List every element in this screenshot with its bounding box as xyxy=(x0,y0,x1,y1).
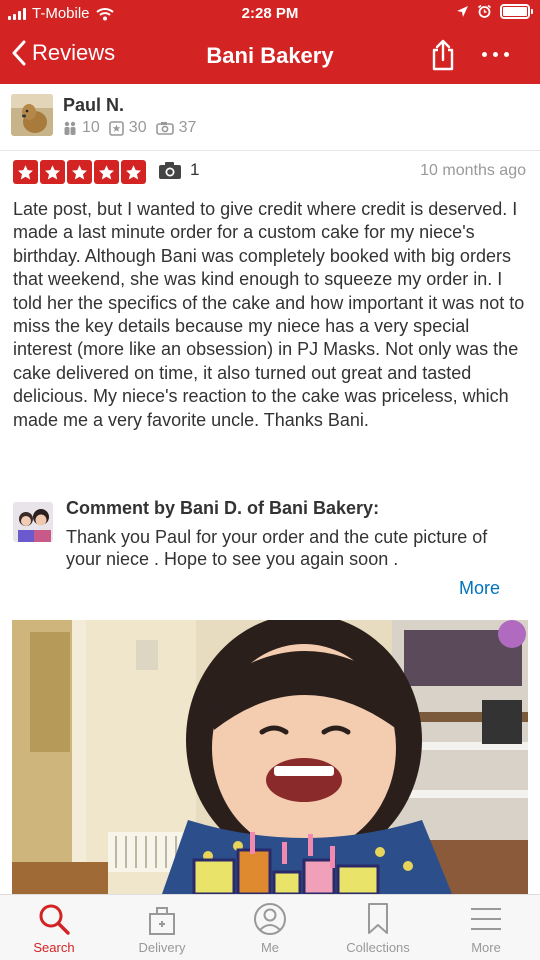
more-dots-icon[interactable] xyxy=(482,52,509,57)
tab-bar: Search Delivery Me Collections More xyxy=(0,894,540,960)
review-date: 10 months ago xyxy=(420,162,526,179)
review-photo[interactable] xyxy=(12,620,528,894)
share-icon[interactable] xyxy=(428,38,458,72)
photo-count-icon xyxy=(155,122,174,135)
star-icon xyxy=(94,160,119,184)
alarm-icon xyxy=(478,4,491,18)
tab-label: Me xyxy=(260,940,280,955)
owner-avatar[interactable] xyxy=(13,502,53,542)
back-button[interactable]: Reviews xyxy=(12,40,115,66)
location-arrow-icon xyxy=(457,6,468,17)
nav-bar: Reviews Bani Bakery xyxy=(0,28,540,84)
tab-label: Delivery xyxy=(138,940,186,955)
camera-icon xyxy=(159,161,181,179)
menu-icon xyxy=(471,908,501,930)
review-count: 30 xyxy=(128,119,147,136)
tab-collections[interactable]: Collections xyxy=(324,895,432,960)
owner-comment-heading: Comment by Bani D. of Bani Bakery: xyxy=(66,498,380,518)
user-icon xyxy=(254,903,286,935)
tab-more[interactable]: More xyxy=(432,895,540,960)
photo-count: 37 xyxy=(178,119,197,136)
status-bar: T-Mobile 2:28 PM xyxy=(0,0,540,28)
back-label: Reviews xyxy=(32,40,116,65)
tab-delivery[interactable]: Delivery xyxy=(108,895,216,960)
tab-search[interactable]: Search xyxy=(0,895,108,960)
review-text: Late post, but I wanted to give credit w… xyxy=(13,199,525,430)
reviewer-name[interactable]: Paul N. xyxy=(63,95,124,116)
tab-label: More xyxy=(471,940,501,955)
more-link[interactable]: More xyxy=(459,578,500,599)
reviewer-stats: 10 30 37 xyxy=(63,119,196,137)
reviewer-header[interactable]: Paul N. 10 30 37 xyxy=(0,84,540,152)
battery-icon xyxy=(500,4,533,19)
owner-comment-text: Thank you Paul for your order and the cu… xyxy=(66,527,488,569)
search-icon xyxy=(39,904,70,935)
avatar[interactable] xyxy=(11,94,53,136)
bookmark-icon xyxy=(368,903,388,934)
tab-label: Collections xyxy=(346,940,410,955)
star-icon xyxy=(121,160,146,184)
delivery-bag-icon xyxy=(149,907,175,935)
tab-label: Search xyxy=(33,940,75,955)
review-count-icon xyxy=(108,120,124,136)
divider xyxy=(0,150,540,151)
friends-icon xyxy=(64,121,76,135)
friends-count: 10 xyxy=(82,119,100,136)
chevron-left-icon xyxy=(12,40,26,66)
star-icon xyxy=(67,160,92,184)
tab-me[interactable]: Me xyxy=(216,895,324,960)
star-icon xyxy=(13,160,38,184)
review-photo-count[interactable]: 1 xyxy=(158,160,199,180)
photo-count-value: 1 xyxy=(190,160,200,179)
star-rating xyxy=(13,160,146,184)
top-bar: T-Mobile 2:28 PM Reviews Bani Bakery xyxy=(0,0,540,84)
star-icon xyxy=(40,160,65,184)
